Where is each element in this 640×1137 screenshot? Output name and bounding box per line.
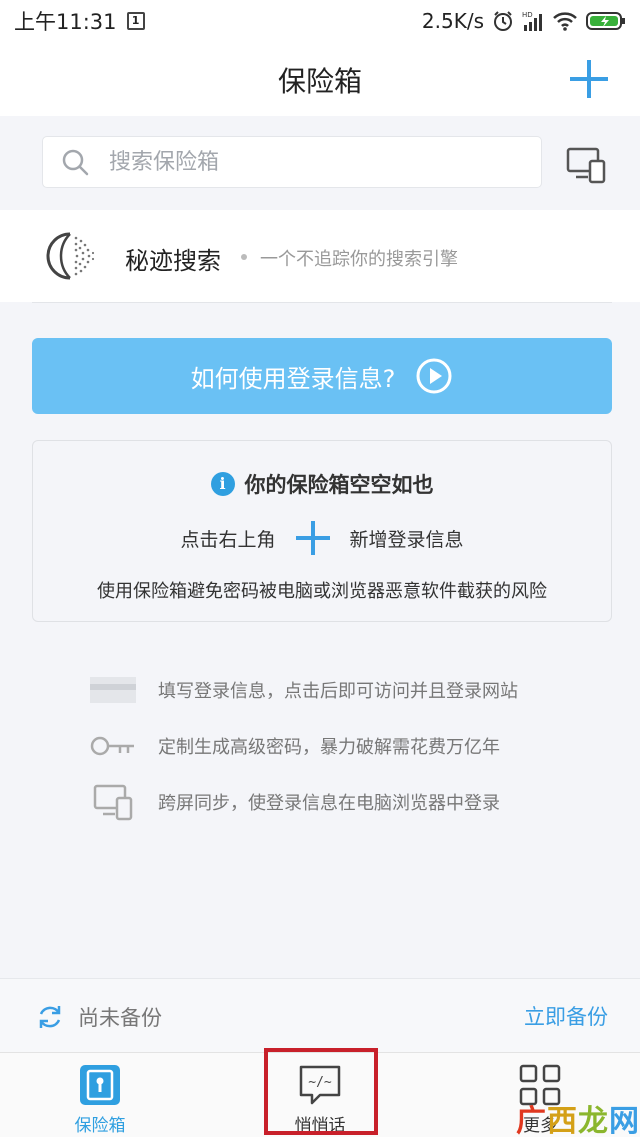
tab-safe[interactable]: 保险箱 <box>40 1053 160 1137</box>
safe-icon <box>80 1065 120 1105</box>
secret-search-description: 一个不追踪你的搜索引擎 <box>260 249 458 270</box>
empty-state-card: i 你的保险箱空空如也 点击右上角 新增登录信息 使用保险箱避免密码被电脑或浏览… <box>32 440 612 622</box>
search-area <box>0 116 640 210</box>
feature-item: 跨屏同步，使登录信息在电脑浏览器中登录 <box>90 784 500 821</box>
status-bar: 上午11:31 1 2.5K/s HD <box>0 0 640 42</box>
backup-bar: 尚未备份 立即备份 <box>0 978 640 1052</box>
nav-bar: 保险箱 <box>0 42 640 116</box>
search-icon <box>62 149 89 176</box>
add-login-button[interactable] <box>570 60 608 98</box>
alarm-icon <box>492 10 514 32</box>
empty-state-description: 使用保险箱避免密码被电脑或浏览器恶意软件截获的风险 <box>97 581 547 602</box>
feature-item: 定制生成高级密码，暴力破解需花费万亿年 <box>90 728 500 764</box>
card-icon <box>90 672 136 708</box>
secret-search-title: 秘迹搜索 <box>125 247 221 275</box>
svg-text:HD: HD <box>522 11 533 19</box>
howto-video-button[interactable]: 如何使用登录信息? <box>32 338 612 414</box>
network-speed: 2.5K/s <box>421 9 484 33</box>
signal-icon: HD <box>522 10 544 32</box>
sim-icon: 1 <box>126 12 145 30</box>
empty-state-title: 你的保险箱空空如也 <box>244 473 434 497</box>
feature-text: 跨屏同步，使登录信息在电脑浏览器中登录 <box>158 793 500 814</box>
backup-status: 尚未备份 <box>78 1006 162 1030</box>
hint-left: 点击右上角 <box>180 528 276 551</box>
watermark: 广西龙网 <box>516 1104 640 1137</box>
sync-icon <box>39 1006 61 1028</box>
divider <box>32 302 612 303</box>
info-icon: i <box>210 472 235 496</box>
feature-item: 填写登录信息，点击后即可访问并且登录网站 <box>90 672 518 708</box>
status-time: 上午11:31 <box>14 10 117 34</box>
chat-code-icon: ~/~ <box>299 1065 341 1105</box>
svg-text:~/~: ~/~ <box>308 1075 332 1090</box>
feature-text: 定制生成高级密码，暴力破解需花费万亿年 <box>158 737 500 758</box>
separator-dot <box>241 254 247 260</box>
play-icon <box>416 358 452 394</box>
howto-label: 如何使用登录信息? <box>190 364 396 393</box>
backup-now-button[interactable]: 立即备份 <box>524 1001 608 1031</box>
page-title: 保险箱 <box>277 65 362 98</box>
secret-search-entry[interactable]: 秘迹搜索 一个不追踪你的搜索引擎 <box>0 210 640 302</box>
hint-right: 新增登录信息 <box>349 528 464 551</box>
key-icon <box>90 728 136 764</box>
search-box[interactable] <box>42 136 542 188</box>
tab-whisper[interactable]: ~/~ 悄悄话 <box>260 1053 380 1137</box>
devices-icon[interactable] <box>566 146 606 184</box>
plus-icon <box>295 521 330 555</box>
search-input[interactable] <box>109 149 541 175</box>
wifi-icon <box>552 10 578 32</box>
tab-label: 保险箱 <box>74 1116 126 1136</box>
devices-icon <box>90 784 136 821</box>
secret-search-logo-icon <box>46 232 95 280</box>
feature-text: 填写登录信息，点击后即可访问并且登录网站 <box>158 681 518 702</box>
battery-icon <box>586 10 626 32</box>
tab-label: 悄悄话 <box>294 1116 346 1136</box>
